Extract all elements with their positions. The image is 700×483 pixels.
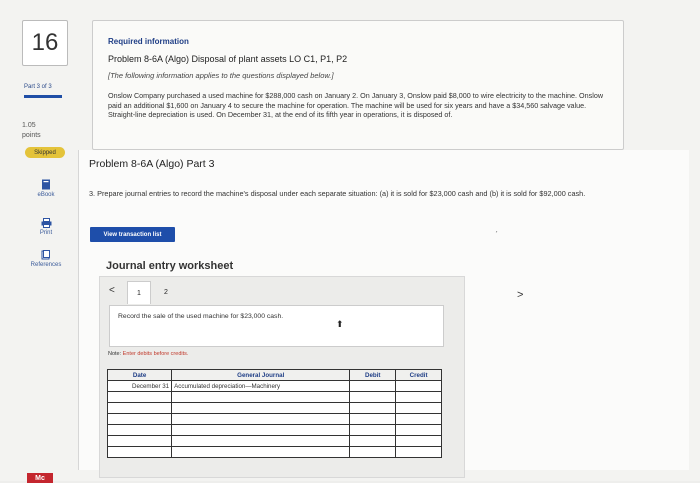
ebook-button[interactable]: eBook — [28, 179, 64, 198]
transaction-description-box: Record the sale of the used machine for … — [109, 305, 444, 347]
journal-header-row: Date General Journal Debit Credit — [106, 369, 442, 381]
page: 16 Part 3 of 3 1.05 points Skipped eBook… — [0, 0, 700, 483]
note-prefix: Note: — [108, 351, 122, 357]
journal-row: December 31 Accumulated depreciation—Mac… — [106, 380, 442, 392]
question-instructions: 3. Prepare journal entries to record the… — [89, 189, 586, 198]
points-value: 1.05 — [22, 122, 36, 129]
print-label: Print — [39, 230, 53, 236]
journal-row — [106, 402, 442, 414]
references-label: References — [30, 262, 62, 268]
transaction-description: Record the sale of the used machine for … — [118, 313, 284, 320]
account-cell[interactable] — [171, 424, 351, 436]
credit-cell[interactable] — [395, 380, 442, 392]
part-title: Problem 8-6A (Algo) Part 3 — [89, 158, 215, 170]
part-progress-bar — [24, 95, 62, 98]
ebook-label: eBook — [37, 192, 55, 198]
note-text: Enter debits before credits. — [121, 351, 189, 357]
debit-cell[interactable] — [349, 391, 397, 403]
tab-2[interactable]: 2 — [155, 281, 177, 303]
next-arrow[interactable]: > — [517, 289, 523, 301]
debit-cell[interactable] — [349, 424, 397, 436]
debit-cell[interactable] — [349, 413, 397, 425]
worksheet-title: Journal entry worksheet — [106, 260, 234, 272]
account-cell[interactable] — [171, 446, 351, 458]
credit-cell[interactable] — [395, 391, 442, 403]
mouse-cursor-icon: ⬆ — [336, 319, 344, 329]
journal-row — [106, 391, 442, 403]
credit-cell[interactable] — [395, 413, 442, 425]
journal-row — [106, 424, 442, 436]
tab-1[interactable]: 1 — [127, 281, 151, 304]
skipped-badge: Skipped — [25, 147, 65, 158]
general-journal-column-header: General Journal — [171, 369, 351, 381]
references-button[interactable]: References — [28, 250, 64, 268]
references-icon — [41, 250, 50, 260]
ebook-icon — [42, 179, 50, 190]
required-information-panel: Required information Problem 8-6A (Algo)… — [92, 20, 624, 150]
publisher-logo: Mc — [27, 473, 53, 483]
date-cell[interactable] — [106, 391, 173, 403]
date-cell[interactable] — [106, 435, 173, 447]
credit-cell[interactable] — [395, 435, 442, 447]
date-cell[interactable]: December 31 — [106, 380, 173, 392]
points-label: points — [22, 132, 41, 139]
print-icon — [41, 218, 51, 228]
account-cell[interactable]: Accumulated depreciation—Machinery — [171, 380, 351, 392]
print-button[interactable]: Print — [28, 218, 64, 236]
debit-column-header: Debit — [349, 369, 397, 381]
journal-worksheet: < 1 2 Record the sale of the used machin… — [99, 276, 465, 478]
problem-heading: Problem 8-6A (Algo) Disposal of plant as… — [108, 54, 348, 64]
date-cell[interactable] — [106, 413, 173, 425]
date-column-header: Date — [106, 369, 173, 381]
question-panel: Problem 8-6A (Algo) Part 3 3. Prepare jo… — [78, 150, 689, 478]
credit-cell[interactable] — [395, 402, 442, 414]
credit-cell[interactable] — [395, 446, 442, 458]
credit-column-header: Credit — [395, 369, 442, 381]
date-cell[interactable] — [106, 424, 173, 436]
debit-cell[interactable] — [349, 446, 397, 458]
points-display: 1.05 points — [22, 121, 41, 141]
date-cell[interactable] — [106, 402, 173, 414]
journal-table: Date General Journal Debit Credit Decemb… — [106, 369, 442, 458]
problem-description: Onslow Company purchased a used machine … — [108, 91, 604, 119]
account-cell[interactable] — [171, 435, 351, 447]
required-info-title: Required information — [108, 37, 189, 46]
info-applies-note: [The following information applies to th… — [108, 71, 334, 80]
account-cell[interactable] — [171, 402, 351, 414]
account-cell[interactable] — [171, 413, 351, 425]
credit-cell[interactable] — [395, 424, 442, 436]
journal-row — [106, 435, 442, 447]
date-cell[interactable] — [106, 446, 173, 458]
prev-arrow[interactable]: < — [109, 285, 115, 296]
entry-note: Note: Enter debits before credits. — [108, 351, 188, 357]
account-cell[interactable] — [171, 391, 351, 403]
part-indicator: Part 3 of 3 — [24, 84, 52, 90]
debit-cell[interactable] — [349, 380, 397, 392]
stray-mark: ˏ — [495, 224, 498, 233]
debit-cell[interactable] — [349, 435, 397, 447]
view-transaction-list-button[interactable]: View transaction list — [90, 227, 175, 242]
question-number: 16 — [22, 20, 68, 66]
debit-cell[interactable] — [349, 402, 397, 414]
journal-row — [106, 446, 442, 458]
journal-row — [106, 413, 442, 425]
